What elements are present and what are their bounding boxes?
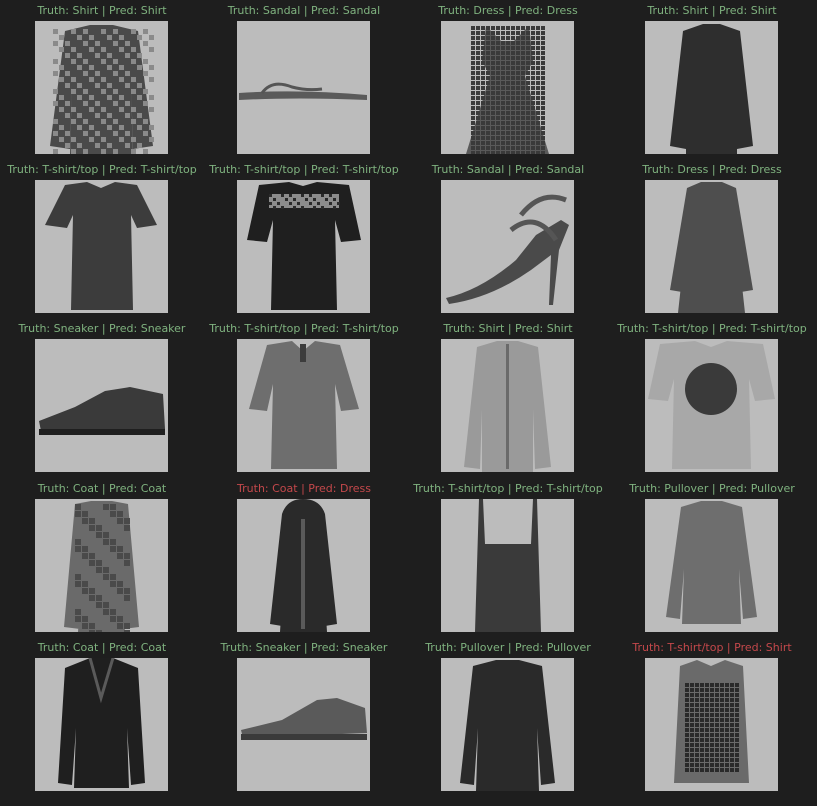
caption-wrong: Truth: Coat | Pred: Dress bbox=[237, 482, 371, 495]
prediction-cell: Truth: T-shirt/top | Pred: T-shirt/top bbox=[202, 318, 406, 477]
prediction-cell: Truth: Shirt | Pred: Shirt bbox=[0, 0, 204, 159]
trench-coat-icon bbox=[64, 501, 139, 632]
shirt-placket bbox=[506, 344, 509, 469]
sneaker-upper bbox=[39, 387, 165, 431]
caption-correct: Truth: Shirt | Pred: Shirt bbox=[37, 4, 167, 17]
graphic-print bbox=[685, 363, 737, 415]
prediction-cell: Truth: Coat | Pred: Coat bbox=[0, 637, 204, 796]
thumbnail-image bbox=[237, 499, 370, 632]
prediction-cell: Truth: T-shirt/top | Pred: T-shirt/top bbox=[0, 159, 204, 318]
thumbnail-image bbox=[237, 339, 370, 472]
sneaker-upper bbox=[241, 698, 367, 738]
prediction-cell: Truth: T-shirt/top | Pred: T-shirt/top bbox=[202, 159, 406, 318]
prediction-cell: Truth: Dress | Pred: Dress bbox=[610, 159, 814, 318]
thumbnail-image bbox=[645, 658, 778, 791]
thumbnail-image bbox=[645, 339, 778, 472]
thumbnail-image bbox=[237, 658, 370, 791]
thumbnail-image bbox=[441, 658, 574, 791]
caption-correct: Truth: Coat | Pred: Coat bbox=[37, 641, 167, 654]
prediction-cell: Truth: Pullover | Pred: Pullover bbox=[406, 637, 610, 796]
thumbnail-image bbox=[441, 180, 574, 313]
prediction-cell: Truth: T-shirt/top | Pred: Shirt bbox=[610, 637, 814, 796]
light-button-shirt-icon bbox=[464, 341, 551, 472]
coat-zipper bbox=[301, 519, 305, 629]
graphic-tshirt-icon bbox=[648, 341, 775, 469]
prediction-cell: Truth: Pullover | Pred: Pullover bbox=[610, 478, 814, 637]
polo-shirt-icon bbox=[249, 341, 359, 469]
polo-placket bbox=[300, 344, 306, 362]
caption-correct: Truth: Sandal | Pred: Sandal bbox=[431, 163, 585, 176]
dark-long-sleeve-shirt-icon bbox=[670, 24, 753, 154]
caption-correct: Truth: Coat | Pred: Coat bbox=[37, 482, 167, 495]
prediction-grid: Truth: Shirt | Pred: Shirt Truth: Sandal … bbox=[0, 0, 817, 806]
thumbnail-image bbox=[645, 499, 778, 632]
thumbnail-image bbox=[35, 180, 168, 313]
prediction-cell: Truth: Sneaker | Pred: Sneaker bbox=[0, 318, 204, 477]
caption-correct: Truth: Sneaker | Pred: Sneaker bbox=[220, 641, 388, 654]
dress-body bbox=[670, 182, 753, 313]
shirt-body bbox=[670, 24, 753, 154]
dark-sneaker-icon bbox=[39, 387, 165, 435]
thumbnail-image bbox=[237, 180, 370, 313]
prediction-cell: Truth: Shirt | Pred: Shirt bbox=[610, 0, 814, 159]
prediction-cell: Truth: Sandal | Pred: Sandal bbox=[406, 159, 610, 318]
tank-top-icon bbox=[475, 499, 541, 632]
dark-tshirt-icon bbox=[45, 182, 157, 310]
patterned-shirt-icon bbox=[50, 25, 154, 154]
prediction-cell: Truth: T-shirt/top | Pred: T-shirt/top bbox=[406, 478, 610, 637]
caption-correct: Truth: T-shirt/top | Pred: T-shirt/top bbox=[413, 482, 603, 495]
pullover-body bbox=[666, 501, 757, 624]
prediction-cell: Truth: Sandal | Pred: Sandal bbox=[202, 0, 406, 159]
caption-correct: Truth: Pullover | Pred: Pullover bbox=[425, 641, 591, 654]
printed-tshirt-icon bbox=[247, 182, 361, 310]
dark-pullover-icon bbox=[460, 660, 555, 791]
pullover-body bbox=[460, 660, 555, 791]
prediction-cell: Truth: Dress | Pred: Dress bbox=[406, 0, 610, 159]
caption-correct: Truth: Dress | Pred: Dress bbox=[438, 4, 578, 17]
patterned-top-icon bbox=[674, 660, 749, 783]
flip-flop-sandal-icon bbox=[239, 82, 367, 100]
thumbnail-image bbox=[35, 339, 168, 472]
jacket-body bbox=[58, 658, 145, 788]
thumbnail-image bbox=[645, 21, 778, 154]
thumbnail-image bbox=[645, 180, 778, 313]
thumbnail-image bbox=[35, 21, 168, 154]
caption-correct: Truth: Pullover | Pred: Pullover bbox=[629, 482, 795, 495]
prediction-cell: Truth: Coat | Pred: Coat bbox=[0, 478, 204, 637]
thumbnail-image bbox=[441, 339, 574, 472]
prediction-cell: Truth: Sneaker | Pred: Sneaker bbox=[202, 637, 406, 796]
caption-correct: Truth: T-shirt/top | Pred: T-shirt/top bbox=[7, 163, 197, 176]
sneaker-sole bbox=[39, 429, 165, 435]
tshirt-body bbox=[45, 182, 157, 310]
leather-jacket-icon bbox=[58, 658, 145, 788]
caption-correct: Truth: Sneaker | Pred: Sneaker bbox=[18, 322, 186, 335]
caption-wrong: Truth: T-shirt/top | Pred: Shirt bbox=[632, 641, 792, 654]
high-heel-sandal-icon bbox=[446, 194, 569, 305]
gray-pullover-icon bbox=[666, 501, 757, 624]
prediction-cell: Truth: Shirt | Pred: Shirt bbox=[406, 318, 610, 477]
caption-correct: Truth: Shirt | Pred: Shirt bbox=[443, 322, 573, 335]
caption-correct: Truth: T-shirt/top | Pred: T-shirt/top bbox=[209, 163, 399, 176]
prediction-cell: Truth: Coat | Pred: Dress bbox=[202, 478, 406, 637]
caption-correct: Truth: Dress | Pred: Dress bbox=[642, 163, 782, 176]
thumbnail-image bbox=[441, 21, 574, 154]
tank-body bbox=[475, 499, 541, 632]
sole bbox=[239, 91, 367, 100]
thumbnail-image bbox=[35, 499, 168, 632]
caption-correct: Truth: T-shirt/top | Pred: T-shirt/top bbox=[617, 322, 807, 335]
dark-hooded-coat-icon bbox=[270, 499, 337, 632]
low-sneaker-icon bbox=[241, 698, 367, 740]
caption-correct: Truth: Shirt | Pred: Shirt bbox=[647, 4, 777, 17]
thumbnail-image bbox=[441, 499, 574, 632]
long-sleeve-dress-icon bbox=[670, 182, 753, 313]
thumbnail-image bbox=[35, 658, 168, 791]
caption-correct: Truth: Sandal | Pred: Sandal bbox=[227, 4, 381, 17]
sneaker-sole bbox=[241, 734, 367, 740]
prediction-cell: Truth: T-shirt/top | Pred: T-shirt/top bbox=[610, 318, 814, 477]
patterned-dress-icon bbox=[466, 26, 549, 154]
caption-correct: Truth: T-shirt/top | Pred: T-shirt/top bbox=[209, 322, 399, 335]
thumbnail-image bbox=[237, 21, 370, 154]
